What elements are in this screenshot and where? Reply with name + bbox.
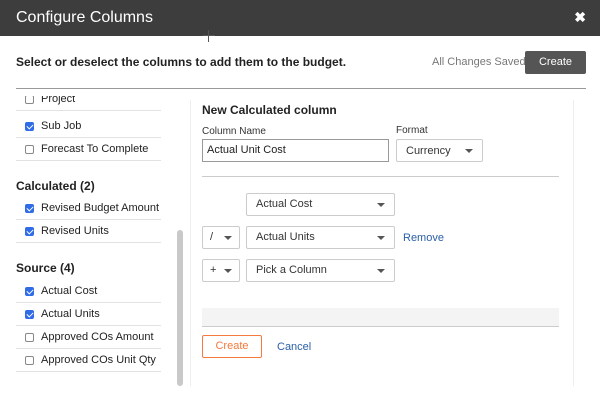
column-item-label: Approved COs Amount [41, 331, 154, 343]
formula-column-select-2[interactable]: Actual Units [246, 226, 395, 249]
column-item-label: Revised Budget Amount [41, 202, 160, 214]
chevron-down-icon [377, 236, 385, 240]
chevron-down-icon [465, 149, 473, 153]
checkbox[interactable] [25, 96, 34, 104]
close-icon[interactable]: ✖ [574, 9, 586, 26]
chevron-down-icon [224, 236, 232, 240]
chevron-down-icon [224, 269, 232, 273]
sidebar-scrollbar[interactable] [177, 230, 183, 386]
formula-column-value: Pick a Column [256, 264, 327, 276]
column-item-approved-cos-amount[interactable]: Approved COs Amount [16, 326, 161, 349]
format-select[interactable]: Currency [396, 139, 483, 162]
formula-column-select-1[interactable]: Actual Cost [246, 193, 395, 216]
remove-link[interactable]: Remove [403, 232, 444, 244]
format-value: Currency [406, 145, 451, 157]
create-column-button[interactable]: Create [202, 335, 262, 358]
column-item-label: Actual Units [41, 308, 100, 320]
formula-operator-select-3[interactable]: + [202, 259, 240, 282]
column-name-label: Column Name [202, 126, 266, 137]
column-item-label: Revised Units [41, 225, 109, 237]
column-item-revised-units[interactable]: Revised Units [16, 220, 161, 243]
dialog-title: Configure Columns [16, 9, 153, 26]
column-item-sub-job[interactable]: Sub Job [16, 115, 161, 138]
formula-column-value: Actual Cost [256, 198, 313, 210]
instructions-text: Select or deselect the columns to add th… [16, 55, 347, 69]
column-item-revised-budget-amount[interactable]: Revised Budget Amount [16, 197, 161, 220]
chevron-down-icon [377, 203, 385, 207]
panel-title: New Calculated column [202, 103, 337, 117]
formula-column-select-3[interactable]: Pick a Column [246, 259, 395, 282]
column-item-actual-units[interactable]: Actual Units [16, 303, 161, 326]
section-header-source: Source (4) [16, 261, 75, 275]
formula-preview-band [202, 308, 559, 326]
save-status: All Changes Saved [432, 56, 526, 68]
formula-operator-select-2[interactable]: / [202, 226, 240, 249]
dialog-titlebar: Configure Columns ✖ [0, 0, 600, 36]
column-item-label: Approved COs Unit Qty [41, 354, 156, 366]
cursor-crosshair-icon [203, 30, 215, 42]
formula-operator-value: + [210, 264, 217, 276]
configure-columns-dialog: Configure Columns ✖ Select or deselect t… [0, 0, 600, 404]
column-name-input[interactable]: Actual Unit Cost [202, 139, 389, 162]
column-item-approved-cos-unit-qty[interactable]: Approved COs Unit Qty [16, 349, 161, 372]
column-item-label: Sub Job [41, 120, 82, 132]
section-header-calculated: Calculated (2) [16, 179, 95, 193]
checkbox[interactable] [25, 309, 34, 319]
checkbox[interactable] [25, 203, 34, 213]
column-item-label: Actual Cost [41, 285, 98, 297]
checkbox[interactable] [25, 355, 34, 365]
formula-operator-value: / [210, 231, 214, 243]
column-item-label: Forecast To Complete [41, 143, 149, 155]
chevron-down-icon [377, 269, 385, 273]
create-budget-button[interactable]: Create [525, 51, 586, 74]
panel-footer-divider [202, 326, 559, 327]
header-divider [16, 88, 586, 89]
section-divider [202, 176, 559, 177]
column-item-label: Project [41, 96, 76, 105]
formula-column-value: Actual Units [256, 231, 315, 243]
checkbox[interactable] [25, 144, 34, 154]
checkbox[interactable] [25, 226, 34, 236]
column-item-actual-cost[interactable]: Actual Cost [16, 280, 161, 303]
column-item-forecast-to-complete[interactable]: Forecast To Complete [16, 138, 161, 161]
column-item-project[interactable]: Project [16, 96, 161, 111]
column-list[interactable]: Project Sub Job Forecast To Complete Cal… [16, 96, 161, 386]
format-label: Format [396, 125, 428, 136]
cancel-link[interactable]: Cancel [277, 341, 311, 353]
checkbox[interactable] [25, 332, 34, 342]
checkbox[interactable] [25, 286, 34, 296]
checkbox[interactable] [25, 121, 34, 131]
